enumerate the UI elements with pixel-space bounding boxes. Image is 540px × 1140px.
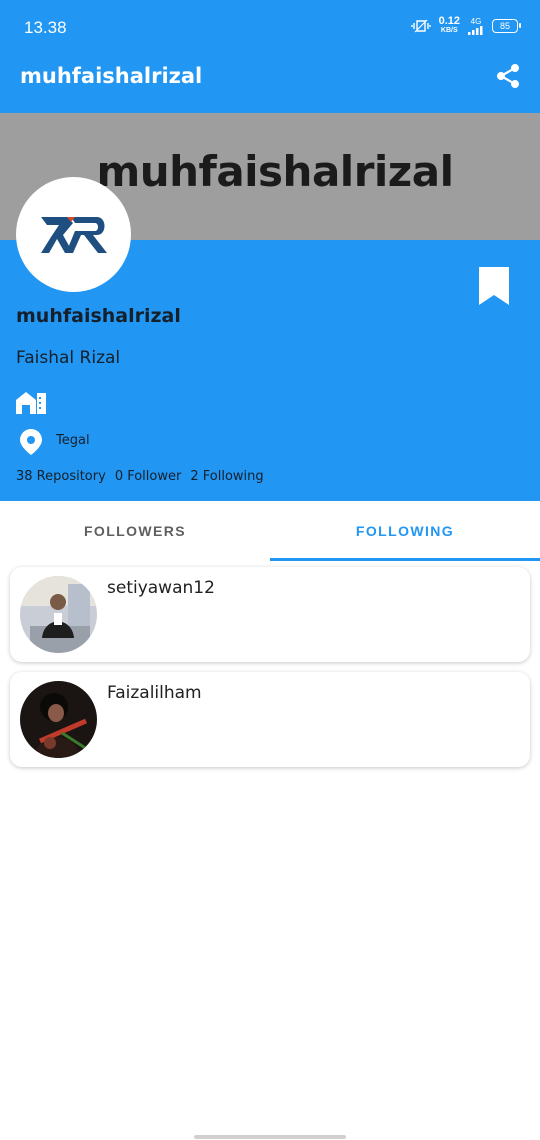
status-time: 13.38 [24, 18, 67, 37]
share-icon[interactable] [494, 62, 522, 90]
tab-bar: FOLLOWERS FOLLOWING [0, 501, 540, 561]
home-indicator[interactable] [194, 1135, 346, 1139]
profile-stats: 38 Repository 0 Follower 2 Following [16, 469, 264, 484]
following-count: 2 Following [190, 469, 264, 484]
network-type: 4G [470, 16, 482, 26]
signal-icon [468, 25, 483, 35]
tab-followers[interactable]: FOLLOWERS [0, 501, 270, 561]
profile-location: Tegal [56, 433, 90, 448]
location-pin-icon [20, 429, 42, 455]
profile-full-name: Faishal Rizal [16, 348, 121, 368]
user-avatar [20, 681, 97, 758]
follower-count: 0 Follower [114, 469, 182, 484]
company-icon [16, 392, 46, 414]
list-item[interactable]: setiyawan12 [10, 567, 530, 662]
user-avatar [20, 576, 97, 653]
status-bar: 13.38 0.12 KB/S 4G 85 [0, 0, 540, 56]
app-bar: muhfaishalrizal [0, 56, 540, 113]
repository-count: 38 Repository [16, 469, 106, 484]
profile-username: muhfaishalrizal [16, 305, 181, 327]
vibrate-icon [410, 19, 431, 33]
signal-group: 4G [468, 16, 484, 35]
list-item[interactable]: Faizalilham [10, 672, 530, 767]
user-name: setiyawan12 [107, 578, 215, 598]
status-icons: 0.12 KB/S 4G 85 [410, 15, 521, 35]
net-speed-value: 0.12 [438, 15, 460, 27]
battery-icon: 85 [492, 19, 521, 33]
app-bar-title: muhfaishalrizal [20, 64, 203, 88]
battery-level: 85 [499, 21, 510, 31]
logo-icon [40, 216, 107, 253]
avatar [16, 177, 131, 292]
tab-following[interactable]: FOLLOWING [270, 501, 540, 561]
bookmark-icon[interactable] [478, 267, 510, 305]
net-speed-unit: KB/S [440, 27, 458, 34]
person-photo-icon [20, 681, 97, 758]
net-speed: 0.12 KB/S [438, 15, 460, 35]
person-photo-icon [20, 576, 97, 653]
user-name: Faizalilham [107, 683, 202, 703]
